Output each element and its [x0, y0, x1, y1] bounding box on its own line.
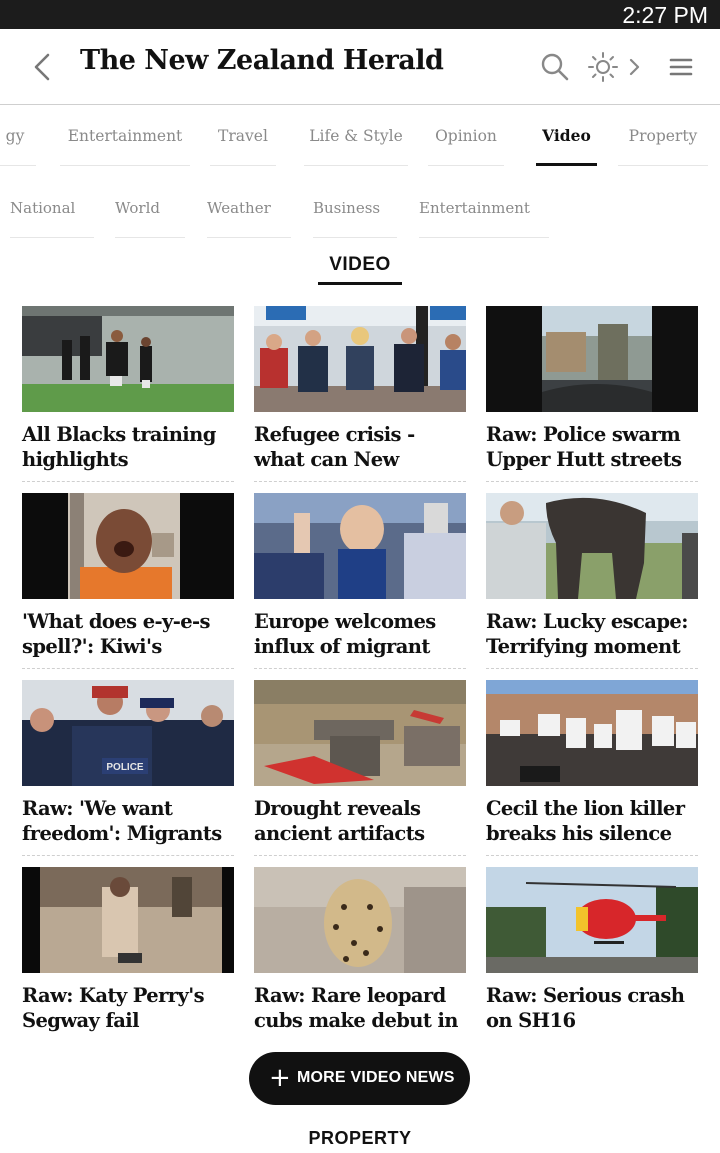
status-time: 2:27 PM — [622, 2, 708, 28]
subtab-business[interactable]: Business — [313, 180, 397, 238]
video-title[interactable]: Europe welcomes influx of migrant — [254, 609, 476, 659]
card-divider — [22, 855, 234, 856]
card-divider — [486, 481, 698, 482]
plus-icon: + — [269, 1063, 291, 1093]
brightness-icon[interactable] — [586, 49, 620, 85]
section-title: VIDEO — [318, 254, 402, 285]
tv-panel-thumbnail[interactable] — [254, 306, 466, 412]
tab-video[interactable]: Video — [536, 106, 597, 166]
subtab-national[interactable]: National — [10, 180, 94, 238]
video-title[interactable]: Refugee crisis - what can New — [254, 422, 476, 472]
secondary-nav: National World Weather Business Entertai… — [0, 180, 720, 240]
hamburger-menu-icon[interactable] — [664, 49, 698, 85]
site-logo[interactable]: The New Zealand Herald — [80, 45, 444, 76]
subtab-world[interactable]: World — [115, 180, 185, 238]
video-title[interactable]: Cecil the lion killer breaks his silence — [486, 796, 708, 846]
subtab-weather[interactable]: Weather — [207, 180, 291, 238]
more-video-news-label: MORE VIDEO NEWS — [297, 1069, 455, 1086]
migrant-child-thumbnail[interactable] — [254, 493, 466, 599]
card-divider — [254, 855, 466, 856]
back-chevron-icon[interactable] — [28, 49, 58, 85]
police-crowd-thumbnail[interactable]: POLICE — [22, 680, 234, 786]
video-title[interactable]: Raw: 'We want freedom': Migrants — [22, 796, 244, 846]
tab-travel[interactable]: Travel — [210, 106, 276, 166]
tab-entertainment[interactable]: Entertainment — [60, 106, 190, 166]
video-title[interactable]: All Blacks training highlights — [22, 422, 244, 472]
video-title[interactable]: Raw: Katy Perry's Segway fail — [22, 983, 244, 1033]
tab-life-style[interactable]: Life & Style — [304, 106, 408, 166]
video-title[interactable]: Raw: Police swarm Upper Hutt streets — [486, 422, 708, 472]
subtab-entertainment[interactable]: Entertainment — [419, 180, 549, 238]
status-bar: 2:27 PM — [0, 0, 720, 29]
card-divider — [22, 668, 234, 669]
video-title[interactable]: Drought reveals ancient artifacts — [254, 796, 476, 846]
card-divider — [486, 855, 698, 856]
ancient-artifact-thumbnail[interactable] — [254, 680, 466, 786]
primary-nav: gy Entertainment Travel Life & Style Opi… — [0, 106, 720, 168]
laughing-man-thumbnail[interactable] — [22, 493, 234, 599]
chevron-right-icon[interactable] — [622, 49, 646, 85]
card-divider — [486, 668, 698, 669]
video-title[interactable]: Raw: Lucky escape: Terrifying moment — [486, 609, 708, 659]
card-divider — [254, 668, 466, 669]
more-video-news-button[interactable]: + MORE VIDEO NEWS — [249, 1052, 470, 1105]
video-title[interactable]: Raw: Rare leopard cubs make debut in — [254, 983, 476, 1033]
video-title[interactable]: 'What does e-y-e-s spell?': Kiwi's — [22, 609, 244, 659]
segway-thumbnail[interactable] — [22, 867, 234, 973]
card-divider — [254, 481, 466, 482]
card-divider — [22, 481, 234, 482]
rescue-helicopter-thumbnail[interactable] — [486, 867, 698, 973]
video-title[interactable]: Raw: Serious crash on SH16 — [486, 983, 708, 1033]
leopard-cub-thumbnail[interactable] — [254, 867, 466, 973]
elephant-thumbnail[interactable] — [486, 493, 698, 599]
tab-technology[interactable]: gy — [0, 106, 36, 166]
search-icon[interactable] — [538, 49, 572, 85]
protest-signs-thumbnail[interactable] — [486, 680, 698, 786]
tab-property[interactable]: Property — [618, 106, 708, 166]
next-section-title: PROPERTY — [308, 1128, 412, 1148]
app-header: The New Zealand Herald — [0, 29, 720, 105]
police-badge-text: POLICE — [106, 762, 144, 773]
street-dashcam-thumbnail[interactable] — [486, 306, 698, 412]
rugby-players-thumbnail[interactable] — [22, 306, 234, 412]
tab-opinion[interactable]: Opinion — [428, 106, 504, 166]
